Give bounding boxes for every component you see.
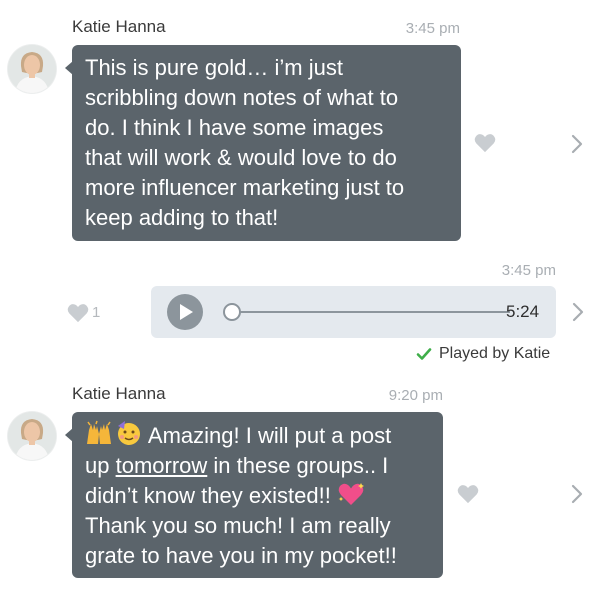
date-link[interactable]: tomorrow (116, 453, 208, 478)
checkmark-icon (416, 348, 432, 360)
audio-progress-track[interactable] (229, 311, 510, 313)
sparkling-heart-emoji (338, 483, 364, 505)
avatar[interactable] (8, 412, 56, 460)
message-line: do. I think I have some images (85, 115, 384, 140)
play-button[interactable] (167, 294, 203, 330)
woman-portrait-icon (8, 45, 56, 93)
sender-name: Katie Hanna (72, 384, 166, 403)
message-text: in these groups.. I (207, 453, 389, 478)
message-bubble[interactable]: This is pure gold… i’m just scribbling d… (65, 45, 461, 241)
message-line: Thank you so much! I am really (85, 513, 391, 538)
voice-note-bubble: 5:24 (151, 286, 556, 338)
message-line: keep adding to that! (85, 205, 279, 230)
message-bubble[interactable]: Amazing! I will put a post up tomorrow i… (65, 412, 443, 578)
message-line: This is pure gold… i’m just (85, 55, 343, 80)
message-timestamp: 3:45 pm (405, 20, 460, 37)
message-line: that will work & would love to do (85, 145, 397, 170)
played-by-status: Played by Katie (439, 345, 551, 362)
heart-icon[interactable] (67, 303, 89, 323)
message-text: up (85, 453, 116, 478)
heart-icon[interactable] (474, 133, 496, 153)
sender-name: Katie Hanna (72, 17, 166, 36)
message-line: didn’t know they existed!! (85, 481, 429, 511)
message-line: scribbling down notes of what to (85, 85, 399, 110)
message-line: up tomorrow in these groups.. I (85, 451, 429, 481)
heart-icon[interactable] (457, 484, 479, 504)
chevron-right-icon[interactable] (571, 301, 585, 323)
partying-face-emoji (118, 421, 140, 445)
chevron-right-icon[interactable] (570, 133, 584, 155)
chevron-right-icon[interactable] (570, 483, 584, 505)
audio-scrubber-handle[interactable] (223, 303, 241, 321)
message-timestamp: 3:45 pm (501, 262, 556, 279)
message-timestamp: 9:20 pm (388, 387, 443, 404)
like-count: 1 (92, 304, 101, 321)
message-line: Amazing! I will put a post (85, 420, 429, 451)
message-line: more influencer marketing just to (85, 175, 405, 200)
audio-duration: 5:24 (506, 302, 540, 321)
message-text: didn’t know they existed!! (85, 483, 331, 508)
avatar[interactable] (8, 45, 56, 93)
message-line: grate to have you in my pocket!! (85, 543, 397, 568)
woman-portrait-icon (8, 412, 56, 460)
raised-hands-emoji (87, 420, 111, 444)
message-text: Amazing! I will put a post (147, 423, 392, 448)
